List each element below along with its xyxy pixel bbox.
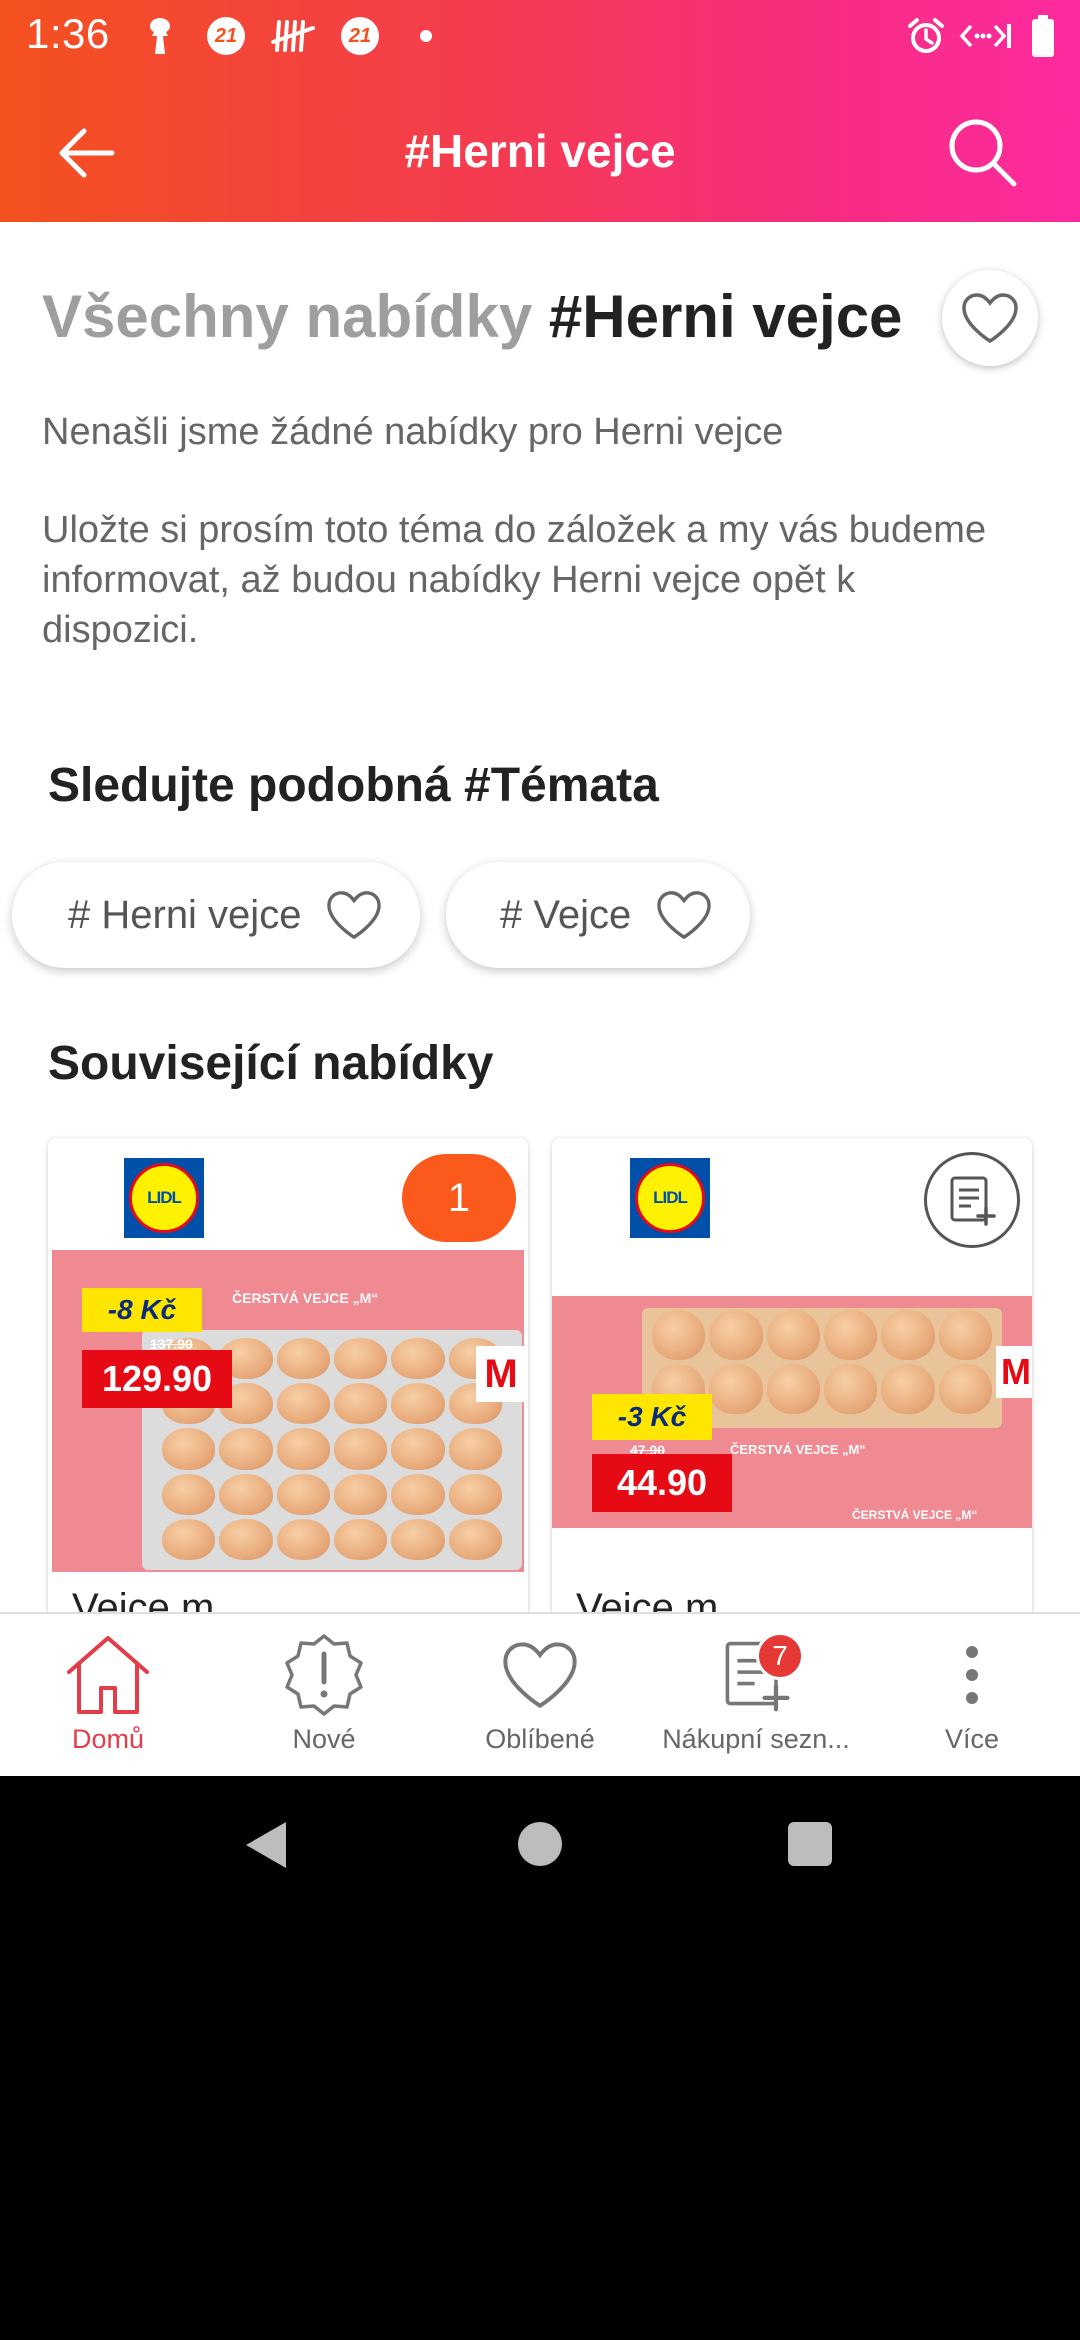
- bookmark-hint-message: Uložte si prosím toto téma do záložek a …: [42, 509, 987, 651]
- no-offers-message: Nenašli jsme žádné nabídky pro Herni vej…: [42, 411, 784, 453]
- nav-item-home[interactable]: Domů: [0, 1614, 216, 1776]
- product-line-footer: ČERSTVÁ VEJCE „M“: [852, 1508, 978, 1522]
- app-screen: 1:36 21 21 #Herni vejce Všechny nabídky …: [0, 0, 1080, 1776]
- page-title-prefix: Všechny nabídky: [42, 283, 533, 350]
- similar-topics-title: Sledujte podobná #Témata: [48, 759, 659, 812]
- notification-app-icon: [140, 16, 180, 56]
- discount-tag: -3 Kč: [592, 1394, 712, 1440]
- nav-item-favorites[interactable]: Oblíbené: [432, 1614, 648, 1776]
- store-logo-lidl: LIDL: [630, 1158, 710, 1238]
- network-signal-icon: [958, 16, 1014, 56]
- add-to-shopping-list-button[interactable]: [924, 1152, 1020, 1248]
- list-add-icon: [950, 1176, 996, 1226]
- product-line: ČERSTVÁ VEJCE „M“: [730, 1442, 866, 1457]
- shopping-list-count-badge: 7: [756, 1632, 804, 1680]
- search-icon: [949, 119, 1017, 187]
- search-button[interactable]: [944, 114, 1024, 194]
- price-tag: 129.90: [82, 1350, 232, 1408]
- nav-label: Nové: [292, 1724, 356, 1754]
- app-bar-title: #Herni vejce: [404, 125, 676, 177]
- offer-count-badge[interactable]: 1: [402, 1154, 516, 1242]
- nav-label: Oblíbené: [485, 1724, 595, 1754]
- price-tag: 44.90: [592, 1454, 732, 1512]
- related-offers-title: Související nabídky: [48, 1037, 494, 1090]
- nav-label: Nákupní sezn...: [662, 1724, 850, 1754]
- page-title: Všechny nabídky #Herni vejce: [42, 282, 942, 351]
- size-badge: M: [476, 1346, 524, 1402]
- heart-icon: [962, 293, 1018, 344]
- status-bar: 1:36 21 21: [0, 0, 1080, 72]
- status-time: 1:36: [26, 10, 110, 57]
- bottom-navigation: Domů Nové Oblíbené 7 Nákupní sezn... Víc…: [0, 1612, 1080, 1776]
- nav-label: Domů: [71, 1724, 145, 1754]
- system-recents-icon[interactable]: [788, 1822, 832, 1866]
- heart-icon: [490, 1630, 590, 1720]
- nav-item-shopping-list[interactable]: 7 Nákupní sezn...: [648, 1614, 864, 1776]
- offer-image: -8 Kč 137.90 129.90 ČERSTVÁ VEJCE „M“ M: [52, 1250, 524, 1572]
- nav-label: Více: [944, 1724, 1000, 1754]
- nav-item-new[interactable]: Nové: [216, 1614, 432, 1776]
- size-badge: M: [996, 1346, 1032, 1398]
- offer-image: -3 Kč 47.90 44.90 ČERSTVÁ VEJCE „M“ ČERS…: [552, 1296, 1032, 1528]
- topic-chip-vejce[interactable]: # Vejce: [446, 862, 750, 968]
- store-logo-lidl: LIDL: [124, 1158, 204, 1238]
- heart-icon[interactable]: [325, 889, 383, 941]
- alarm-icon: [904, 16, 948, 56]
- top-header: 1:36 21 21 #Herni vejce: [0, 0, 1080, 222]
- system-back-icon[interactable]: [242, 1818, 290, 1872]
- nav-item-more[interactable]: Více: [864, 1614, 1080, 1776]
- home-icon: [58, 1630, 158, 1720]
- product-line: ČERSTVÁ VEJCE „M“: [232, 1290, 379, 1306]
- discount-tag: -8 Kč: [82, 1288, 202, 1332]
- system-home-icon[interactable]: [518, 1822, 562, 1866]
- heart-icon[interactable]: [655, 889, 713, 941]
- more-notifications-dot-icon: [418, 16, 434, 56]
- favorite-topic-button[interactable]: [942, 270, 1038, 366]
- calendar-21-icon-2: 21: [340, 16, 380, 56]
- topic-chip-herni-vejce[interactable]: # Herni vejce: [12, 862, 420, 968]
- system-navigation-bar: [0, 1776, 1080, 1928]
- more-vertical-icon: [922, 1630, 1022, 1720]
- calendar-21-icon: 21: [206, 16, 246, 56]
- page-title-topic: #Herni vejce: [548, 283, 903, 350]
- shopping-list-icon: 7: [706, 1630, 806, 1720]
- battery-icon: [1028, 15, 1058, 57]
- topic-chip-label: # Vejce: [500, 892, 632, 937]
- topic-chip-label: # Herni vejce: [68, 892, 302, 937]
- alert-badge-icon: [274, 1630, 374, 1720]
- tally-icon: [270, 16, 318, 56]
